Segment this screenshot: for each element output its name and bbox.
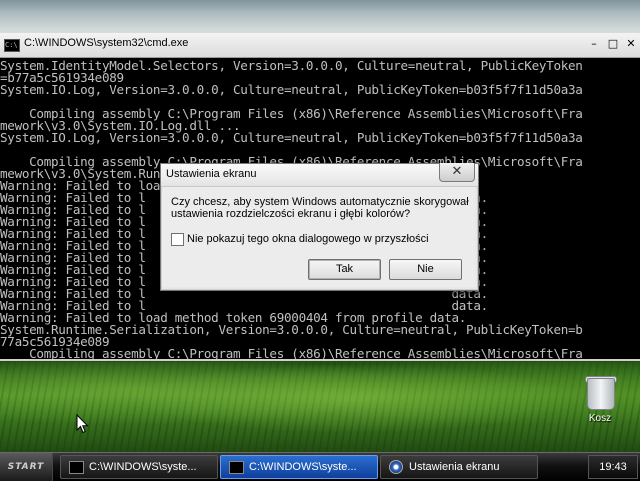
close-button[interactable]: ✕ bbox=[624, 38, 638, 50]
taskbar-clock[interactable]: 19:43 bbox=[588, 455, 638, 479]
console-icon bbox=[69, 461, 84, 474]
cmd-titlebar[interactable]: C:\ C:\WINDOWS\system32\cmd.exe – □ ✕ bbox=[0, 33, 640, 58]
desktop-wallpaper bbox=[0, 362, 640, 452]
display-settings-icon bbox=[389, 460, 403, 474]
dialog-titlebar[interactable]: Ustawienia ekranu ✕ bbox=[161, 163, 478, 187]
start-button[interactable]: START bbox=[0, 453, 53, 481]
dialog-close-button[interactable]: ✕ bbox=[439, 163, 475, 182]
display-settings-dialog[interactable]: Ustawienia ekranu ✕ Czy chcesz, aby syst… bbox=[160, 163, 479, 291]
taskbar-item-label: Ustawienia ekranu bbox=[409, 461, 500, 473]
recycle-bin-shortcut[interactable]: Kosz bbox=[580, 376, 620, 428]
yes-button[interactable]: Tak bbox=[308, 259, 381, 280]
dont-show-again-checkbox[interactable] bbox=[171, 233, 184, 246]
dialog-message: Czy chcesz, aby system Windows automatyc… bbox=[171, 196, 469, 220]
no-button[interactable]: Nie bbox=[389, 259, 462, 280]
taskbar-item-label: C:\WINDOWS\syste... bbox=[89, 461, 197, 473]
taskbar-item-display-settings[interactable]: Ustawienia ekranu bbox=[380, 455, 538, 479]
maximize-button[interactable]: □ bbox=[606, 38, 620, 50]
console-line: System.IO.Log, Version=3.0.0.0, Culture=… bbox=[0, 82, 583, 97]
recycle-bin-icon bbox=[587, 378, 615, 410]
taskbar-item-label: C:\WINDOWS\syste... bbox=[249, 461, 357, 473]
minimize-button[interactable]: – bbox=[587, 38, 601, 50]
dialog-body: Czy chcesz, aby system Windows automatyc… bbox=[162, 187, 475, 287]
taskbar-item-cmd-2[interactable]: C:\WINDOWS\syste... bbox=[220, 455, 378, 479]
taskbar-item-cmd-1[interactable]: C:\WINDOWS\syste... bbox=[60, 455, 218, 479]
dialog-title: Ustawienia ekranu bbox=[166, 168, 257, 180]
recycle-bin-label: Kosz bbox=[588, 413, 612, 424]
console-line: System.IO.Log, Version=3.0.0.0, Culture=… bbox=[0, 130, 583, 145]
taskbar: START C:\WINDOWS\syste... C:\WINDOWS\sys… bbox=[0, 452, 640, 481]
cmd-window-title: C:\WINDOWS\system32\cmd.exe bbox=[24, 37, 189, 49]
console-icon: C:\ bbox=[4, 39, 20, 52]
mouse-pointer-icon bbox=[76, 414, 89, 434]
console-icon bbox=[229, 461, 244, 474]
dont-show-again-label[interactable]: Nie pokazuj tego okna dialogowego w przy… bbox=[187, 233, 429, 245]
